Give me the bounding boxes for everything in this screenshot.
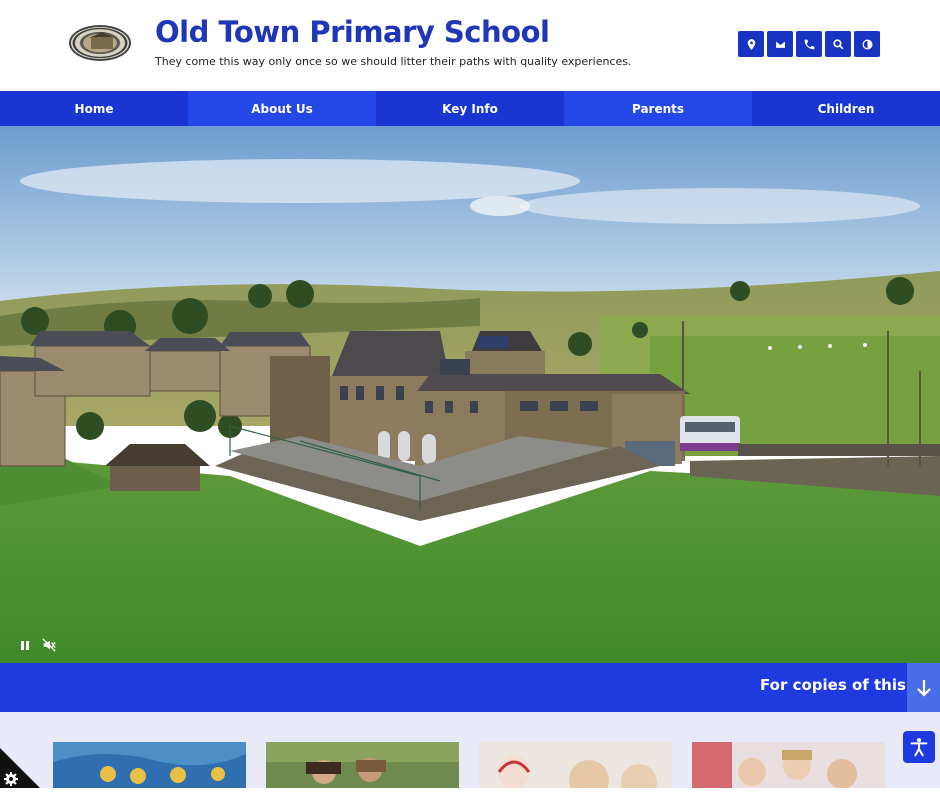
site-header: Old Town Primary School They come this w… — [0, 0, 940, 91]
news-card-3-image — [479, 742, 672, 788]
news-card-2[interactable] — [266, 742, 459, 788]
nav-item-home[interactable]: Home — [0, 91, 188, 126]
nav-item-parents[interactable]: Parents — [564, 91, 752, 126]
hero-school-aerial-image — [0, 126, 940, 663]
news-card-1[interactable] — [53, 742, 246, 788]
hero-video[interactable] — [0, 126, 940, 663]
mute-icon[interactable] — [40, 636, 58, 654]
site-tagline: They come this way only once so we shoul… — [155, 55, 632, 68]
pause-icon[interactable] — [16, 636, 34, 654]
nav-item-key-info[interactable]: Key Info — [376, 91, 564, 126]
cookie-settings[interactable] — [0, 748, 40, 788]
map-pin-icon[interactable] — [738, 31, 764, 57]
news-card-4-image — [692, 742, 885, 788]
contrast-icon[interactable] — [854, 31, 880, 57]
nav-item-about-us[interactable]: About Us — [188, 91, 376, 126]
main-navigation: Home About Us Key Info Parents Children — [0, 91, 940, 126]
accessibility-icon[interactable] — [903, 731, 935, 763]
gear-icon[interactable] — [0, 748, 40, 788]
news-card-4[interactable] — [692, 742, 885, 788]
news-card-1-image — [53, 742, 246, 788]
mail-icon[interactable] — [767, 31, 793, 57]
phone-icon[interactable] — [796, 31, 822, 57]
school-crest-logo[interactable] — [69, 25, 131, 61]
arrow-down-icon[interactable] — [907, 663, 940, 712]
site-title[interactable]: Old Town Primary School — [155, 15, 550, 49]
logo-building — [91, 37, 113, 49]
news-card-3[interactable] — [479, 742, 672, 788]
news-card-2-image — [266, 742, 459, 788]
nav-item-children[interactable]: Children — [752, 91, 940, 126]
announcement-ticker[interactable]: For copies of this po — [0, 663, 940, 712]
search-icon[interactable] — [825, 31, 851, 57]
